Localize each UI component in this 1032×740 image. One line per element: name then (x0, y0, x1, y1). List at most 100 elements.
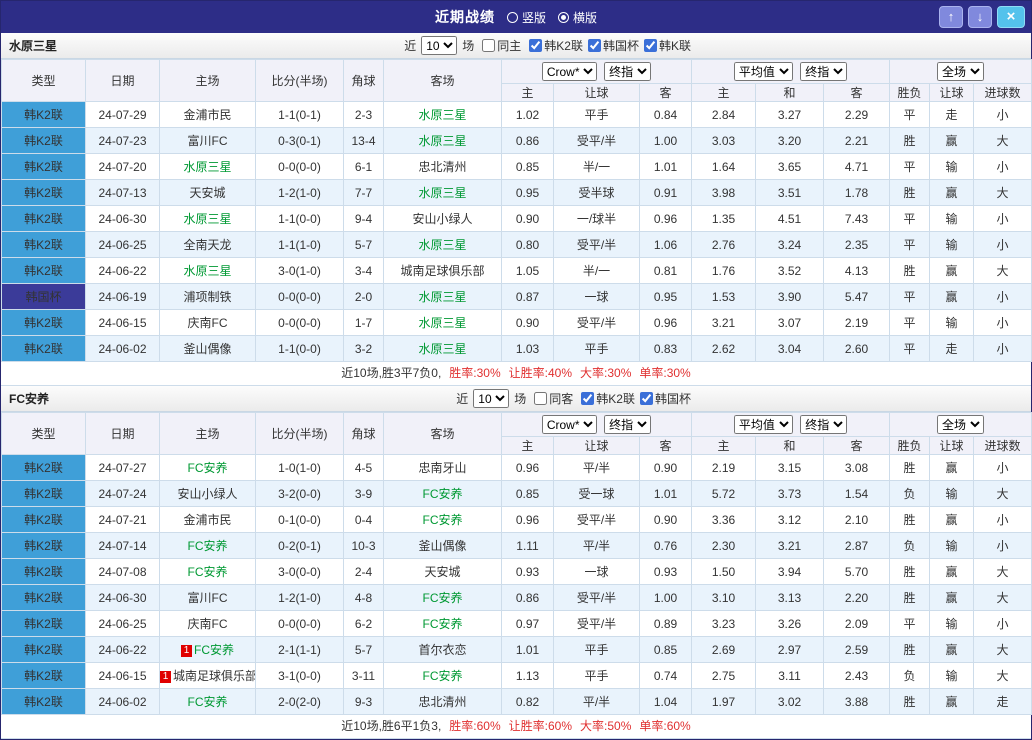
team-name-text: 浦项制铁 (183, 290, 232, 304)
team-name-text: FC安养 (194, 643, 234, 657)
scope-select[interactable]: 全场 (937, 62, 985, 81)
odds-away: 0.96 (638, 309, 693, 336)
result-goals: 走 (973, 688, 1032, 715)
subcol-avg-away: 客 (823, 436, 891, 455)
cell-date: 24-07-20 (85, 153, 160, 180)
summary-stat: 大率:50% (580, 719, 632, 733)
league-label: 韩国杯 (654, 391, 691, 406)
matches-table: 类型 日期 主场 比分(半场) 角球 客场 Crow* 终指 平均值 终指 全场… (1, 412, 1032, 715)
team-name-text: 釜山偶像 (183, 342, 232, 356)
bookmaker-select[interactable]: Crow* (541, 62, 597, 81)
cell-date: 24-07-13 (85, 179, 160, 206)
match-home-team: 釜山偶像 (159, 335, 256, 362)
result-handicap: 赢 (929, 179, 975, 206)
league-filter[interactable]: 韩国杯 (583, 37, 639, 54)
avg-away: 2.09 (823, 610, 891, 637)
scope-select[interactable]: 全场 (937, 415, 985, 434)
avg-draw: 3.27 (755, 101, 825, 128)
league-checkbox[interactable] (643, 38, 657, 52)
match-row: 韩K2联 24-07-20 水原三星 0-0(0-0) 6-1 忠北清州 0.85 半/一 1.… (1, 153, 1032, 180)
arrow-down-icon: ↓ (976, 9, 984, 24)
odds-group-header: Crow* 终指 (500, 59, 693, 84)
match-score: 1-1(0-0) (255, 335, 344, 362)
recent-count-select[interactable]: 10 (473, 389, 510, 408)
summary-record: 近10场,胜6平1负3, (341, 719, 442, 733)
radio-label: 竖版 (521, 10, 546, 25)
odds-handicap: 平手 (553, 662, 640, 689)
avg-away: 3.08 (823, 454, 891, 481)
summary-stat: 单率:30% (639, 366, 691, 380)
avg-period-select[interactable]: 终指 (800, 62, 848, 81)
odds-handicap: 半/一 (553, 153, 640, 180)
same-venue-filter[interactable]: 同客 (529, 390, 573, 407)
avg-home: 2.69 (691, 636, 757, 663)
league-checkbox[interactable] (639, 391, 653, 405)
same-venue-filter[interactable]: 同主 (477, 37, 521, 54)
odds-handicap: 半/一 (553, 257, 640, 284)
panel-title: 近期战绩 (434, 9, 495, 25)
avg-home: 2.19 (691, 454, 757, 481)
avg-home: 3.03 (691, 127, 757, 154)
col-header-league-type: 类型 (1, 412, 86, 455)
avg-draw: 3.24 (755, 231, 825, 258)
summary-record: 近10场,胜3平7负0, (341, 366, 442, 380)
league-checkbox[interactable] (581, 391, 595, 405)
match-away-team: FC安养 (383, 480, 502, 507)
odds-handicap: 平手 (553, 335, 640, 362)
result-handicap: 输 (929, 231, 975, 258)
cell-league-type: 韩K2联 (1, 231, 86, 258)
odds-period-select[interactable]: 终指 (604, 62, 652, 81)
cell-league-type: 韩K2联 (1, 636, 86, 663)
same-venue-checkbox[interactable] (534, 392, 548, 405)
result-outcome: 胜 (889, 584, 931, 611)
cell-corners: 2-0 (343, 283, 384, 310)
average-group-header: 平均值 终指 (691, 59, 891, 84)
cell-corners: 10-3 (343, 532, 384, 559)
team-name-text: 水原三星 (418, 290, 467, 304)
league-label: 韩国杯 (602, 38, 639, 53)
league-filter[interactable]: 韩K2联 (576, 390, 635, 407)
match-away-team: 忠北清州 (383, 153, 502, 180)
result-outcome: 平 (889, 610, 931, 637)
avg-home: 3.98 (691, 179, 757, 206)
same-venue-label: 同客 (549, 392, 574, 406)
odds-period-select[interactable]: 终指 (604, 415, 652, 434)
result-outcome: 胜 (889, 688, 931, 715)
recent-label-pre: 近 (456, 392, 469, 406)
result-outcome: 负 (889, 532, 931, 559)
move-down-button[interactable]: ↓ (968, 6, 992, 28)
league-checkbox[interactable] (587, 38, 601, 52)
match-row: 韩K2联 24-06-22 水原三星 3-0(1-0) 3-4 城南足球俱乐部 1.05 半/… (1, 257, 1032, 284)
close-button[interactable]: × (997, 6, 1025, 28)
same-venue-label: 同主 (497, 39, 522, 53)
avg-draw: 3.04 (755, 335, 825, 362)
recent-count-select[interactable]: 10 (421, 36, 458, 55)
average-select[interactable]: 平均值 (733, 62, 793, 81)
league-filter[interactable]: 韩K2联 (524, 37, 583, 54)
cell-league-type: 韩K2联 (1, 205, 86, 232)
league-filter[interactable]: 韩国杯 (635, 390, 691, 407)
odds-away: 0.81 (638, 257, 693, 284)
result-outcome: 平 (889, 153, 931, 180)
match-row: 韩K2联 24-07-27 FC安养 1-0(1-0) 4-5 忠南牙山 0.96 平/半 0.… (1, 454, 1032, 481)
cell-date: 24-07-21 (85, 506, 160, 533)
odds-handicap: 平手 (553, 636, 640, 663)
odds-home: 0.82 (501, 688, 554, 715)
league-filter[interactable]: 韩K联 (639, 37, 691, 54)
team-section: FC安养 近 10 场 同客 韩K2联 韩国杯 类型 日期 主场 比分(半场) … (1, 386, 1032, 739)
cell-corners: 1-7 (343, 309, 384, 336)
league-checkbox[interactable] (529, 38, 543, 52)
avg-period-select[interactable]: 终指 (800, 415, 848, 434)
col-header-corners: 角球 (343, 412, 384, 455)
layout-radio-vertical[interactable]: 竖版 (506, 9, 546, 26)
same-venue-checkbox[interactable] (482, 39, 496, 52)
bookmaker-select[interactable]: Crow* (541, 415, 597, 434)
col-header-home: 主场 (159, 59, 256, 102)
result-handicap: 赢 (929, 506, 975, 533)
move-up-button[interactable]: ↑ (939, 6, 963, 28)
result-handicap: 输 (929, 309, 975, 336)
match-score: 0-0(0-0) (255, 309, 344, 336)
layout-radio-horizontal[interactable]: 横版 (558, 9, 597, 26)
average-select[interactable]: 平均值 (733, 415, 793, 434)
match-row: 韩K2联 24-07-29 金浦市民 1-1(0-1) 2-3 水原三星 1.02 平手 0.8… (1, 101, 1032, 128)
